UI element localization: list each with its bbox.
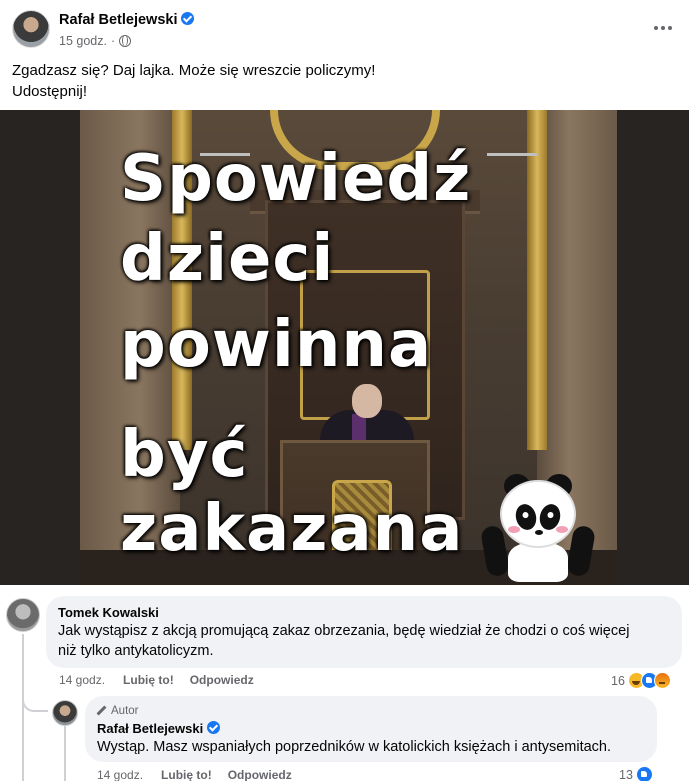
comment-author[interactable]: Tomek Kowalski	[58, 604, 670, 621]
reply-reply-button[interactable]: Odpowiedz	[228, 768, 292, 781]
author-tag-label: Autor	[111, 705, 139, 717]
reply-author-row: Rafał Betlejewski	[97, 720, 645, 737]
comment-actions: 14 godz. Lubię to! Odpowiedz	[59, 673, 270, 687]
reaction-count: 16	[611, 673, 625, 688]
comment-text-line2: niż tylko antykatolicyzm.	[58, 643, 214, 659]
panda-sticker-icon	[479, 470, 597, 585]
meme-text-line1: Spowiedź	[120, 142, 472, 216]
meta-separator: ·	[110, 34, 116, 48]
post-timestamp[interactable]: 15 godz.	[59, 34, 107, 48]
reply-actions: 14 godz. Lubię to! Odpowiedz	[97, 768, 308, 781]
meme-image[interactable]: Spowiedź dzieci powinna być zakazana	[80, 110, 617, 585]
post-image-frame[interactable]: Spowiedź dzieci powinna być zakazana	[0, 110, 689, 585]
meme-text-line2: dzieci	[120, 222, 335, 296]
comment-reactions[interactable]: 16	[611, 672, 671, 689]
reply-connector	[22, 688, 48, 712]
meme-text-line4: być	[120, 418, 249, 492]
comment-bubble: Tomek Kowalski Jak wystąpisz z akcją pro…	[46, 596, 682, 668]
more-options-icon[interactable]	[649, 18, 677, 38]
comment-text-line1: Jak wystąpisz z akcją promującą zakaz ob…	[58, 623, 630, 639]
gilded-frame-right	[527, 110, 547, 450]
verified-badge-icon	[181, 12, 195, 25]
post-text-line2: Udostępnij!	[12, 83, 88, 100]
globe-icon	[119, 35, 132, 47]
meme-text-line3: powinna	[120, 308, 433, 382]
reply-author[interactable]: Rafał Betlejewski	[97, 721, 203, 736]
author-tag: Autor	[97, 704, 645, 718]
reply-reactions[interactable]: 13	[619, 766, 653, 781]
pencil-icon	[97, 706, 107, 716]
comment-timestamp[interactable]: 14 godz.	[59, 673, 105, 687]
like-icon	[635, 766, 653, 781]
post-text-line1: Zgadzasz się? Daj lajka. Może się wreszc…	[12, 62, 376, 79]
post-meta: 15 godz. ·	[59, 34, 132, 48]
angry-icon	[653, 672, 671, 689]
reply-text: Wystąp. Masz wspaniałych poprzedników w …	[97, 739, 612, 755]
reply-author-avatar[interactable]	[52, 700, 78, 726]
commenter-avatar[interactable]	[6, 598, 40, 632]
candle-holder-right-icon	[487, 120, 537, 156]
reply-bubble: Autor Rafał Betlejewski Wystąp. Masz wsp…	[85, 696, 657, 762]
reply-timestamp[interactable]: 14 godz.	[97, 768, 143, 781]
comment-like-button[interactable]: Lubię to!	[123, 673, 174, 687]
author-avatar[interactable]	[12, 10, 50, 48]
post-header: Rafał Betlejewski 15 godz. ·	[0, 0, 689, 58]
meme-text-line5: zakazana	[120, 492, 464, 566]
reply-like-button[interactable]: Lubię to!	[161, 768, 212, 781]
verified-badge-icon	[207, 721, 221, 734]
author-name-row: Rafał Betlejewski	[59, 12, 195, 28]
post-text: Zgadzasz się? Daj lajka. Może się wreszc…	[12, 60, 672, 102]
reply-reaction-count: 13	[619, 767, 633, 781]
author-name-link[interactable]: Rafał Betlejewski	[59, 12, 177, 28]
comment-reply-button[interactable]: Odpowiedz	[190, 673, 254, 687]
reply-thread-line	[64, 725, 66, 781]
